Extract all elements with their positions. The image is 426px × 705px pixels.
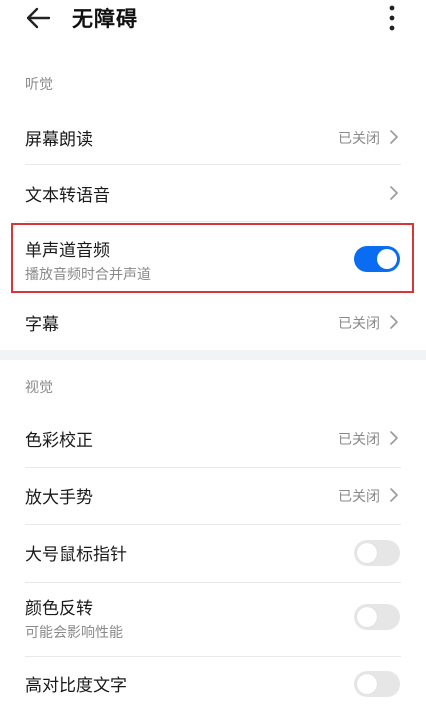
row-color-correction[interactable]: 色彩校正 已关闭 (0, 410, 426, 466)
row-text-to-speech[interactable]: 文本转语音 (0, 165, 426, 221)
row-title: 屏幕朗读 (25, 130, 93, 150)
row-value: 已关闭 (338, 432, 380, 448)
row-screen-reader[interactable]: 屏幕朗读 已关闭 (0, 110, 426, 164)
large-pointer-toggle[interactable] (354, 540, 400, 566)
section-label-hearing: 听觉 (25, 77, 53, 93)
divider (25, 221, 401, 222)
row-title: 文本转语音 (25, 186, 110, 206)
row-color-inversion[interactable]: 颜色反转 可能会影响性能 (0, 584, 426, 656)
chevron-right-icon (390, 130, 398, 144)
toggle-knob (357, 543, 377, 563)
row-mono-audio[interactable]: 单声道音频 播放音频时合并声道 (0, 224, 426, 292)
section-label-vision: 视觉 (25, 380, 53, 396)
high-contrast-text-toggle[interactable] (354, 671, 400, 697)
arrow-left-icon (26, 7, 51, 29)
row-value: 已关闭 (338, 316, 380, 332)
row-subtitle: 播放音频时合并声道 (25, 267, 151, 283)
app-bar: 无障碍 (0, 0, 426, 40)
row-magnification-gestures[interactable]: 放大手势 已关闭 (0, 468, 426, 524)
section-gap (0, 350, 426, 360)
color-inversion-toggle[interactable] (354, 604, 400, 630)
toggle-knob (357, 607, 377, 627)
row-value: 已关闭 (338, 489, 380, 505)
row-title: 单声道音频 (25, 241, 110, 261)
chevron-right-icon (390, 186, 398, 200)
row-high-contrast-text[interactable]: 高对比度文字 (0, 657, 426, 705)
mono-audio-toggle[interactable] (354, 246, 400, 272)
chevron-right-icon (390, 431, 398, 445)
row-large-pointer[interactable]: 大号鼠标指针 (0, 525, 426, 581)
divider (25, 582, 401, 583)
back-button[interactable] (20, 2, 56, 34)
row-captions[interactable]: 字幕 已关闭 (0, 296, 426, 350)
page-title: 无障碍 (72, 7, 138, 31)
row-title: 高对比度文字 (25, 676, 127, 696)
row-title: 颜色反转 (25, 599, 93, 619)
row-title: 色彩校正 (25, 431, 93, 451)
row-title: 放大手势 (25, 488, 93, 508)
row-title: 字幕 (25, 315, 59, 335)
row-title: 大号鼠标指针 (25, 545, 127, 565)
more-options-button[interactable] (378, 2, 406, 34)
row-subtitle: 可能会影响性能 (25, 625, 123, 641)
row-value: 已关闭 (338, 131, 380, 147)
chevron-right-icon (390, 315, 398, 329)
more-vertical-icon (389, 5, 395, 31)
toggle-knob (377, 249, 397, 269)
toggle-knob (357, 674, 377, 694)
chevron-right-icon (390, 488, 398, 502)
